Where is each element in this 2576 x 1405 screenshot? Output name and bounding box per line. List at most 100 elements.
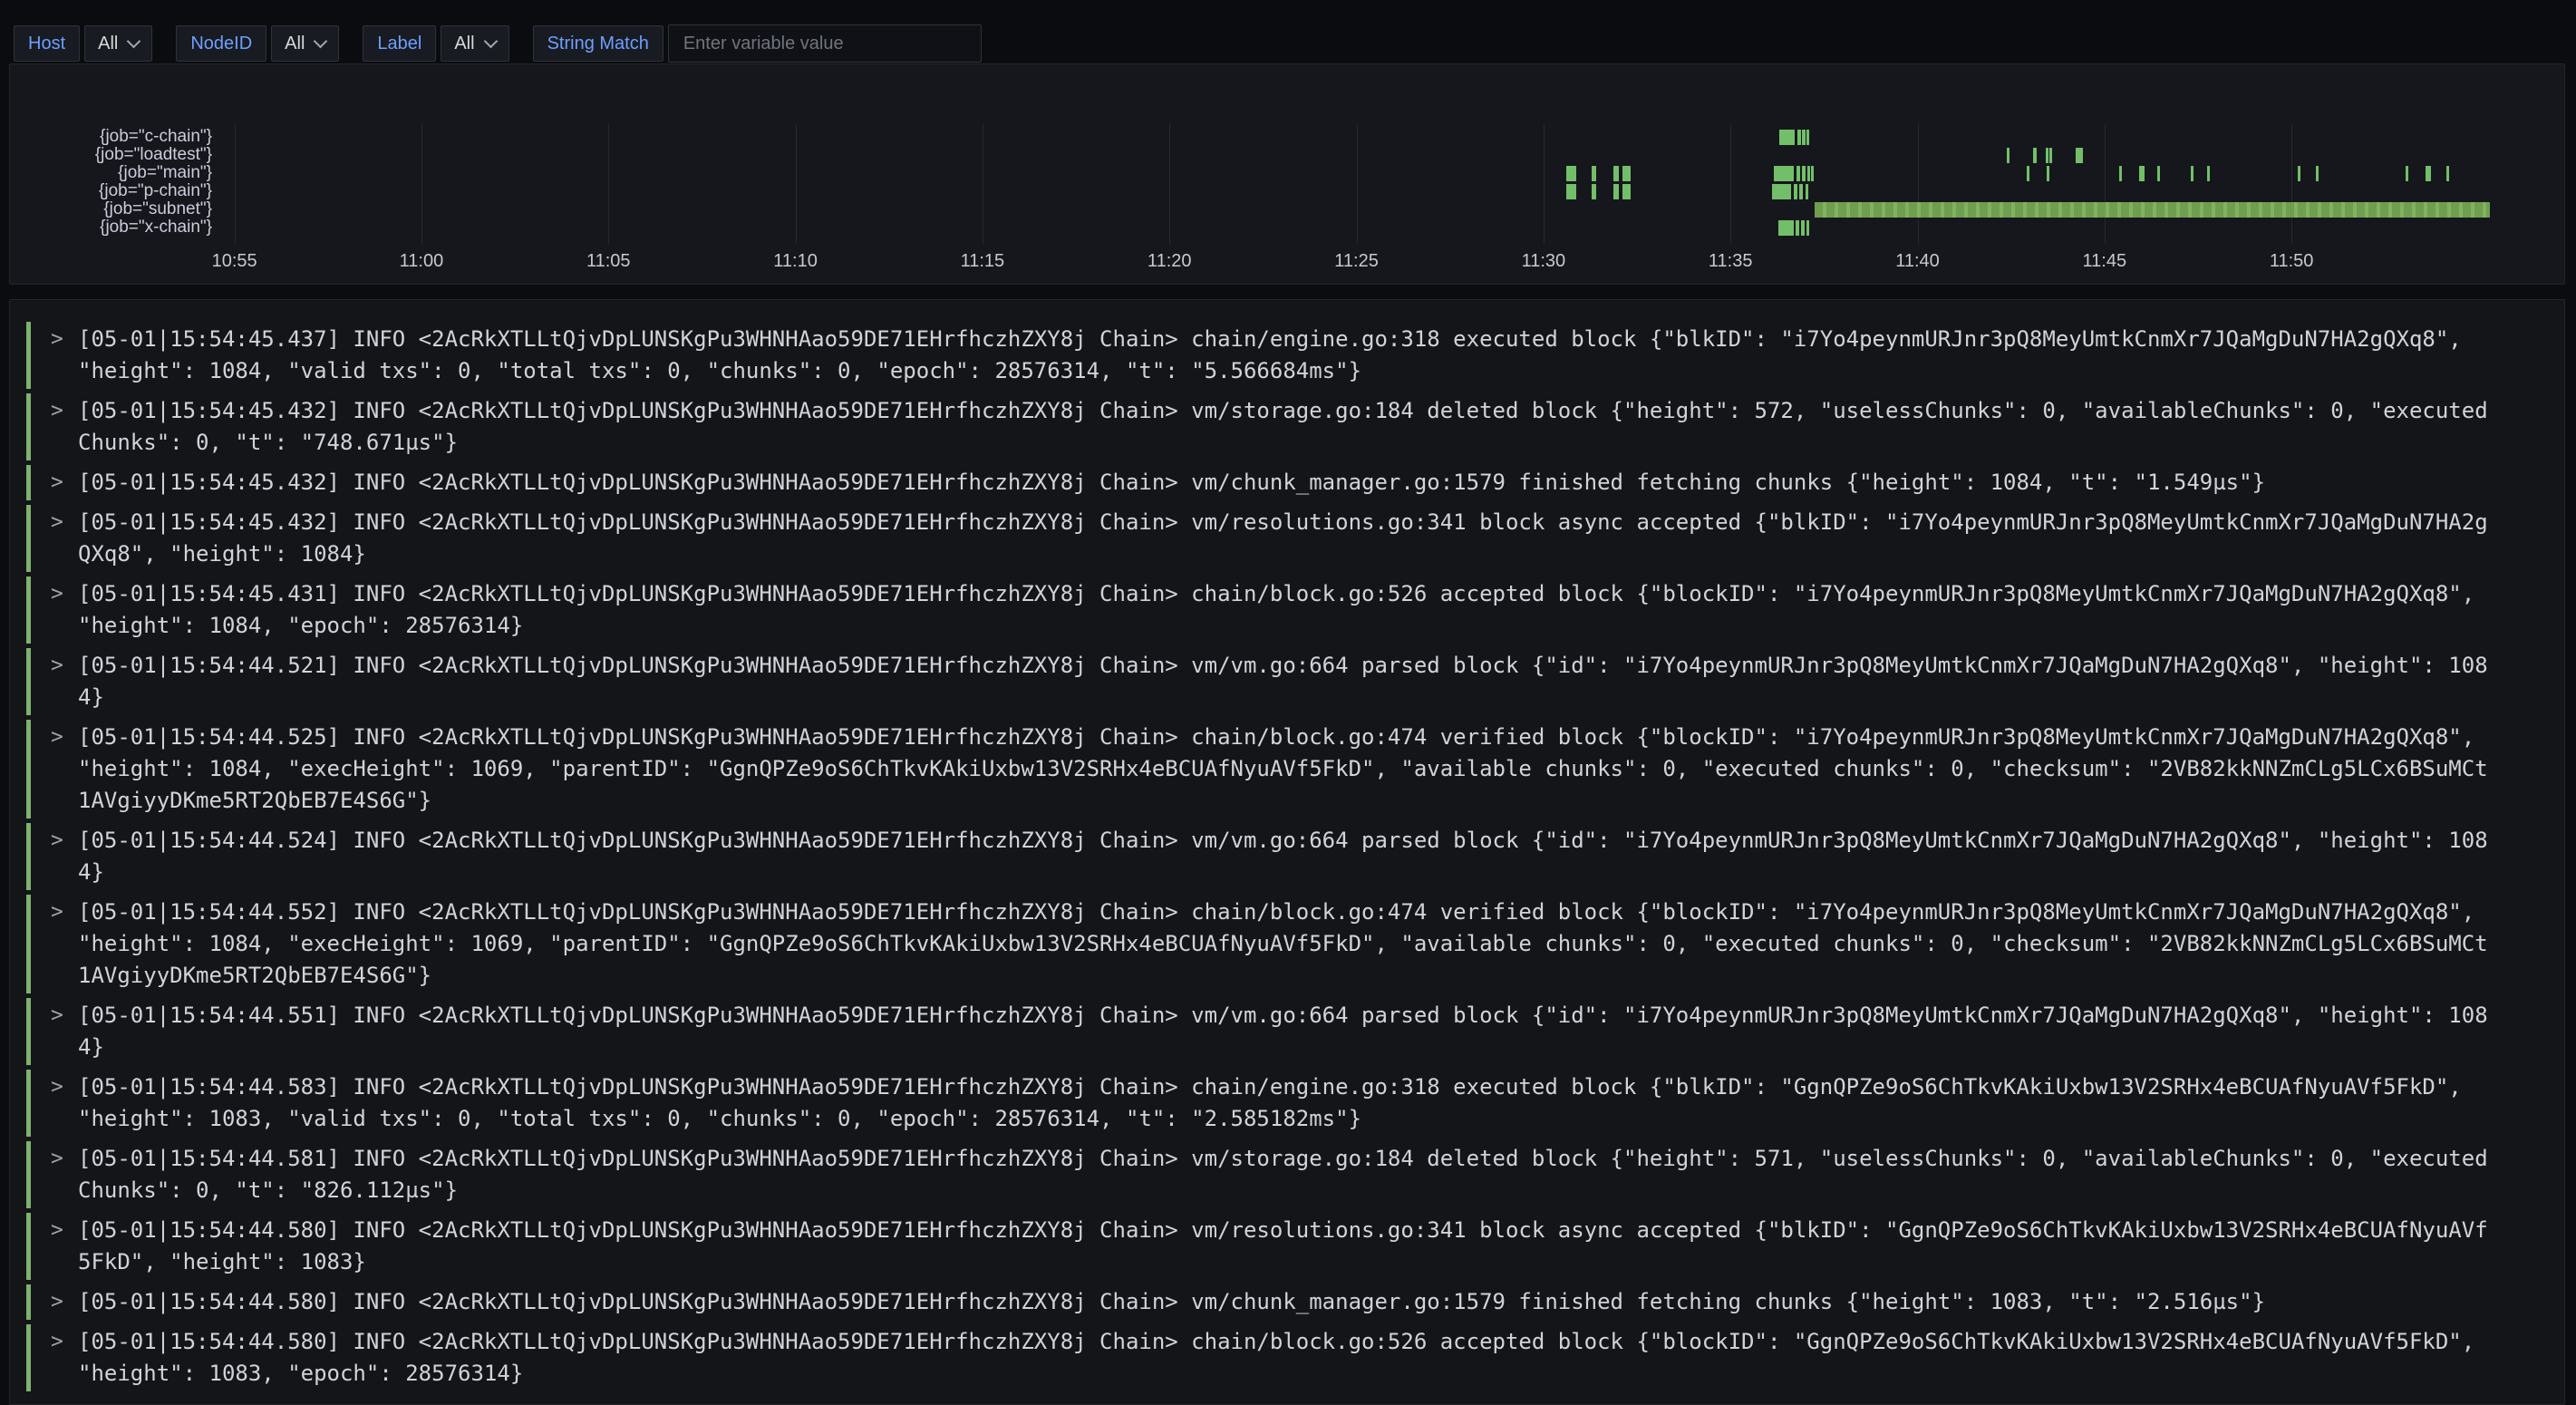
variable-stringmatch-label[interactable]: String Match: [533, 25, 663, 62]
log-volume-bar: [2298, 166, 2300, 181]
log-row[interactable]: > [05-01|15:54:44.525] INFO <2AcRkXTLLtQj…: [26, 720, 2564, 819]
chevron-down-icon: [314, 34, 328, 49]
dropdown-selected-value: All: [98, 34, 118, 54]
variable-nodeid-label[interactable]: NodeID: [176, 25, 266, 62]
log-volume-bar: [1806, 220, 1809, 236]
expand-log-icon[interactable]: >: [51, 827, 63, 855]
expand-log-icon[interactable]: >: [51, 898, 63, 926]
expand-log-icon[interactable]: >: [51, 397, 63, 425]
expand-log-icon[interactable]: >: [51, 325, 63, 354]
grid-line: [1169, 124, 1170, 244]
log-text: [05-01|15:54:44.583] INFO <2AcRkXTLLtQjv…: [78, 1071, 2493, 1135]
grid-line: [2291, 124, 2292, 244]
log-volume-bar: [1815, 202, 2490, 218]
log-volume-bar: [1811, 166, 1814, 181]
log-volume-panel: {job="c-chain"}{job="loadtest"}{job="mai…: [9, 63, 2565, 285]
log-row[interactable]: > [05-01|15:54:44.580] INFO <2AcRkXTLLtQj…: [26, 1284, 2564, 1320]
expand-log-icon[interactable]: >: [51, 723, 63, 751]
log-row[interactable]: > [05-01|15:54:45.431] INFO <2AcRkXTLLtQj…: [26, 577, 2564, 644]
log-text: [05-01|15:54:45.431] INFO <2AcRkXTLLtQjv…: [78, 578, 2493, 642]
log-text: [05-01|15:54:44.580] INFO <2AcRkXTLLtQjv…: [78, 1286, 2493, 1318]
log-volume-bar: [2157, 166, 2160, 181]
log-row[interactable]: >[05-01|15:54:44.521] INFO <2AcRkXTLLtQj…: [26, 648, 2564, 715]
expand-log-icon[interactable]: >: [51, 652, 63, 680]
log-row[interactable]: > [05-01|15:54:45.432] INFO <2AcRkXTLLtQj…: [26, 505, 2564, 572]
expand-log-icon[interactable]: >: [51, 509, 63, 537]
log-text: [05-01|15:54:44.551] INFO <2AcRkXTLLtQjv…: [78, 1000, 2493, 1063]
log-volume-bar: [1801, 220, 1805, 236]
log-volume-bar: [1799, 184, 1803, 199]
series-label-main: {job="main"}: [118, 163, 212, 183]
variables-toolbar: HostAllNodeIDAllLabelAll String Match: [14, 24, 982, 63]
log-volume-bar: [1806, 184, 1808, 199]
log-text: [05-01|15:54:44.525] INFO <2AcRkXTLLtQjv…: [78, 722, 2493, 817]
x-axis-tick-label: 11:00: [400, 251, 444, 272]
log-volume-bar: [1613, 184, 1619, 199]
log-volume-bar: [1772, 184, 1791, 199]
expand-log-icon[interactable]: >: [51, 1002, 63, 1030]
log-text: [05-01|15:54:45.432] INFO <2AcRkXTLLtQjv…: [78, 467, 2493, 499]
variable-label-dropdown[interactable]: All: [441, 25, 508, 62]
log-text: [05-01|15:54:45.432] INFO <2AcRkXTLLtQjv…: [78, 507, 2493, 570]
log-volume-bar: [2207, 166, 2210, 181]
series-label-subnet: {job="subnet"}: [103, 199, 212, 219]
grid-line: [1544, 124, 1545, 244]
expand-log-icon[interactable]: >: [51, 1073, 63, 1101]
x-axis-tick-label: 11:25: [1334, 251, 1379, 272]
log-row[interactable]: > [05-01|15:54:44.552] INFO <2AcRkXTLLtQj…: [26, 895, 2564, 993]
string-match-input[interactable]: [668, 24, 982, 63]
grid-line: [2105, 124, 2106, 244]
log-text: [05-01|15:54:45.432] INFO <2AcRkXTLLtQjv…: [78, 395, 2493, 459]
dropdown-selected-value: All: [454, 34, 474, 54]
log-text: [05-01|15:54:44.581] INFO <2AcRkXTLLtQjv…: [78, 1143, 2493, 1206]
log-volume-bar: [1797, 130, 1801, 145]
x-axis-tick-label: 11:20: [1148, 251, 1192, 272]
log-row[interactable]: > [05-01|15:54:44.581] INFO <2AcRkXTLLtQj…: [26, 1141, 2564, 1208]
series-label-c-chain: {job="c-chain"}: [100, 127, 212, 147]
x-axis-tick-label: 11:40: [1895, 251, 1940, 272]
log-row[interactable]: >[05-01|15:54:45.437] INFO <2AcRkXTLLtQj…: [26, 322, 2564, 389]
variable-nodeid-dropdown[interactable]: All: [271, 25, 339, 62]
variable-host-label[interactable]: Host: [14, 25, 80, 62]
x-axis-tick-label: 11:50: [2270, 251, 2314, 272]
log-volume-bar: [2139, 166, 2145, 181]
log-volume-bar: [1806, 130, 1809, 145]
log-volume-bar: [1802, 166, 1806, 181]
log-text: [05-01|15:54:44.580] INFO <2AcRkXTLLtQjv…: [78, 1215, 2493, 1278]
variable-label-label[interactable]: Label: [363, 25, 436, 62]
log-volume-plot: 10:5511:0011:0511:1011:1511:2011:2511:30…: [216, 64, 2553, 284]
variable-host-dropdown[interactable]: All: [84, 25, 152, 62]
expand-log-icon[interactable]: >: [51, 469, 63, 497]
x-axis-tick-label: 11:15: [961, 251, 1005, 272]
expand-log-icon[interactable]: >: [51, 1288, 63, 1316]
log-volume-bar: [2316, 166, 2319, 181]
log-row[interactable]: > [05-01|15:54:44.551] INFO <2AcRkXTLLtQj…: [26, 998, 2564, 1065]
expand-log-icon[interactable]: >: [51, 1145, 63, 1173]
log-volume-bar: [1613, 166, 1619, 181]
log-row[interactable]: > [05-01|15:54:44.524] INFO <2AcRkXTLLtQj…: [26, 823, 2564, 890]
log-text: [05-01|15:54:44.552] INFO <2AcRkXTLLtQjv…: [78, 896, 2493, 992]
log-volume-bar: [2076, 148, 2083, 163]
log-volume-bar: [2426, 166, 2432, 181]
variable-group-label: Label All: [363, 25, 508, 62]
expand-log-icon[interactable]: >: [51, 580, 63, 608]
series-label-x-chain: {job="x-chain"}: [100, 218, 212, 237]
log-text: [05-01|15:54:44.524] INFO <2AcRkXTLLtQjv…: [78, 825, 2493, 888]
string-match-group: String Match: [533, 24, 982, 63]
log-volume-bar: [2119, 166, 2122, 181]
series-labels: {job="c-chain"}{job="loadtest"}{job="mai…: [10, 64, 212, 284]
log-row[interactable]: > [05-01|15:54:44.583] INFO <2AcRkXTLLtQj…: [26, 1070, 2564, 1137]
x-axis-tick-label: 11:05: [586, 251, 631, 272]
expand-log-icon[interactable]: >: [51, 1216, 63, 1245]
log-volume-bar: [1622, 184, 1631, 199]
grid-line: [608, 124, 609, 244]
chevron-down-icon: [483, 34, 498, 49]
log-volume-bar: [2033, 148, 2037, 163]
page: { "topbar": { "variables": [ {"name": "h…: [0, 0, 2576, 1381]
log-volume-bar: [1566, 184, 1577, 199]
log-row[interactable]: > [05-01|15:54:45.432] INFO <2AcRkXTLLtQj…: [26, 465, 2564, 500]
log-volume-bar: [1796, 220, 1799, 236]
expand-log-icon[interactable]: >: [51, 1328, 63, 1356]
log-row[interactable]: > [05-01|15:54:44.580] INFO <2AcRkXTLLtQj…: [26, 1213, 2564, 1280]
log-row[interactable]: > [05-01|15:54:45.432] INFO <2AcRkXTLLtQj…: [26, 393, 2564, 460]
